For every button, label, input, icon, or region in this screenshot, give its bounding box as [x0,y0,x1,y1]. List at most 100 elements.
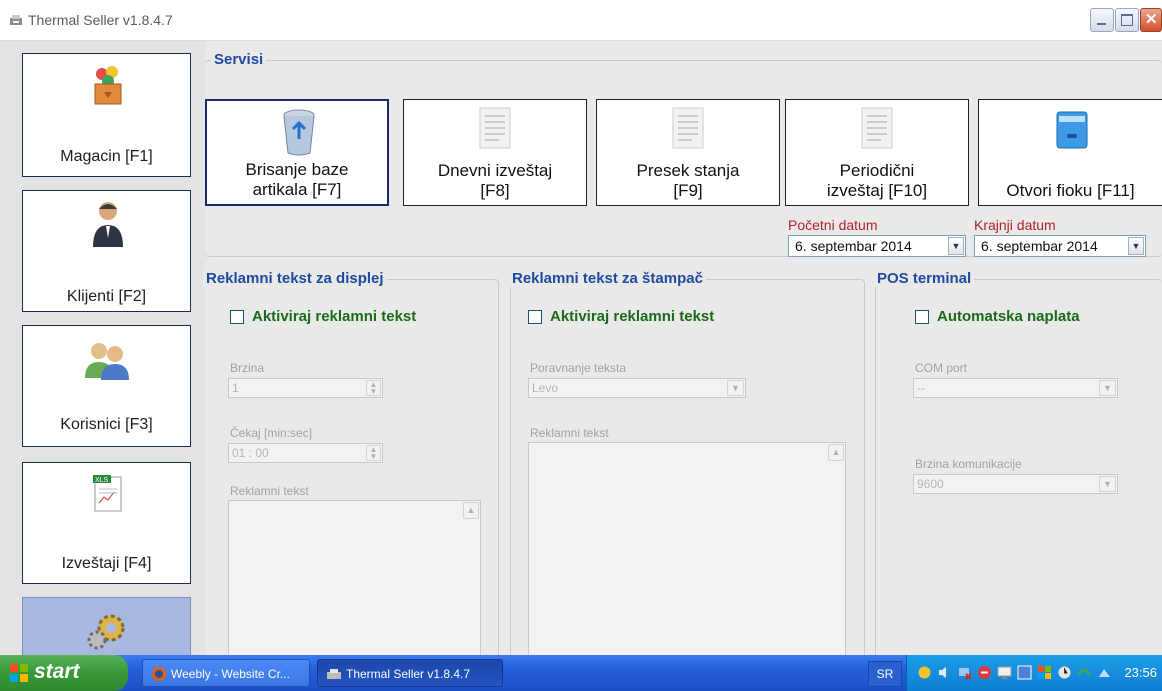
checkbox-label: Aktiviraj reklamni tekst [252,308,417,325]
checkbox-box[interactable] [230,309,244,324]
scroll-up-icon[interactable]: ▲ [828,444,844,461]
end-date-picker[interactable]: 6. septembar 2014 ▼ [974,235,1146,257]
otvori-fioku-label: Otvori fioku [F11] [1006,181,1135,200]
printer-legend: Reklamni tekst za štampač [509,270,706,287]
taskbar: start Weebly - Website Cr... Thermal Sel… [0,655,1162,691]
window-controls [1090,8,1162,32]
tray-connection-icon[interactable] [1097,665,1112,680]
sidebar: Magacin [F1] Klijenti [F2] Korisnici [F3… [0,41,205,655]
start-date-label: Početni datum [788,217,878,233]
client-person-icon [93,202,123,247]
display-activate-checkbox[interactable]: Aktiviraj reklamni tekst [230,308,416,325]
xls-report-icon: XLS [93,475,122,512]
tray-recycle-icon[interactable] [1077,665,1092,680]
taskbar-item-weebly[interactable]: Weebly - Website Cr... [142,659,310,687]
taskbar-item-label: Thermal Seller v1.8.4.7 [346,667,471,681]
speed-select[interactable]: 9600 ▼ [913,474,1118,494]
sidebar-item-klijenti[interactable]: Klijenti [F2] [22,190,191,312]
sidebar-item-magacin[interactable]: Magacin [F1] [22,53,191,177]
align-value: Levo [532,381,559,395]
scroll-up-icon[interactable]: ▲ [463,502,479,519]
start-date-picker[interactable]: 6. septembar 2014 ▼ [788,235,966,257]
brzina-input[interactable]: 1 ▲ ▼ [228,378,383,398]
warehouse-box-icon [94,66,122,105]
start-button[interactable]: start [0,655,128,691]
brzina-label: Brzina [230,361,265,375]
speaker-icon[interactable] [937,665,952,680]
cekaj-label: Čekaj [min:sec] [230,426,313,440]
checkbox-box[interactable] [915,309,929,324]
app-icon [10,15,22,25]
pos-auto-payment-checkbox[interactable]: Automatska naplata [915,308,1080,325]
dnevni-izvestaj-button[interactable]: Dnevni izveštaj [F8] [403,99,587,206]
printer-activate-checkbox[interactable]: Aktiviraj reklamni tekst [528,308,714,325]
display-legend: Reklamni tekst za displej [203,270,387,287]
sidebar-item-label: Magacin [F1] [60,148,153,165]
svg-text:XLS: XLS [95,477,109,484]
tray-clock-icon[interactable] [1057,665,1072,680]
brisanje-baze-button[interactable]: Brisanje baze artikala [F7] [205,99,389,206]
periodicni-izvestaj-button[interactable]: Periodični izveštaj [F10] [785,99,969,206]
taskbar-item-label: Weebly - Website Cr... [171,667,290,681]
printer-text-label: Reklamni tekst [530,426,609,440]
sidebar-item-label: Klijenti [F2] [66,288,147,305]
cekaj-input[interactable]: 01 : 00 ▲ ▼ [228,443,383,463]
presek-stanja-label: Presek stanja [F9] [636,161,740,200]
main-panel: Servisi Brisanje baze artikala [F7] Dnev… [203,41,1162,665]
sidebar-item-settings[interactable] [22,597,191,655]
checkbox-label: Automatska naplata [937,308,1080,325]
taskbar-item-thermal-seller[interactable]: Thermal Seller v1.8.4.7 [317,659,503,687]
chevron-down-icon[interactable]: ▼ [1099,380,1116,396]
monitor-icon[interactable] [997,665,1012,680]
align-label: Poravnanje teksta [530,361,627,375]
network-warning-icon[interactable] [957,665,972,680]
printer-text-area[interactable]: ▲ [528,442,846,655]
minimize-button[interactable] [1090,8,1114,32]
display-text-area[interactable]: ▲ [228,500,481,655]
chevron-down-icon[interactable]: ▼ [948,237,964,255]
speed-label: Brzina komunikacije [915,457,1022,471]
presek-stanja-button[interactable]: Presek stanja [F9] [596,99,780,206]
firefox-icon [152,667,166,681]
com-port-label: COM port [915,361,968,375]
brzina-value: 1 [232,381,239,395]
cekaj-value: 01 : 00 [232,446,269,460]
title-bar: Thermal Seller v1.8.4.7 [0,0,1162,41]
align-select[interactable]: Levo ▼ [528,378,746,398]
display-text-label: Reklamni tekst [230,484,309,498]
app-icon [327,669,341,679]
spin-arrows-icon[interactable]: ▲ ▼ [366,445,381,461]
tray-chart-icon[interactable] [1037,665,1052,680]
spin-arrows-icon[interactable]: ▲ ▼ [366,380,381,396]
sidebar-item-korisnici[interactable]: Korisnici [F3] [22,325,191,447]
security-shield-icon[interactable] [977,665,992,680]
start-label: start [34,660,80,683]
speed-value: 9600 [917,477,944,491]
settings-gears-icon [87,614,125,650]
sidebar-item-label: Korisnici [F3] [60,416,153,433]
drawer-icon [1056,111,1088,149]
language-indicator[interactable]: SR [868,661,902,687]
tray-app-icon[interactable] [917,665,932,680]
sidebar-item-izvestaji[interactable]: XLS Izveštaji [F4] [22,462,191,584]
windows-logo-icon [10,664,28,682]
pos-group: POS terminal [874,270,1162,665]
otvori-fioku-button[interactable]: Otvori fioku [F11] [978,99,1162,206]
users-icon [85,343,129,380]
clock: 23:56 [1124,665,1157,680]
chevron-down-icon[interactable]: ▼ [1128,237,1144,255]
end-date-label: Krajnji datum [974,217,1056,233]
brisanje-baze-label: Brisanje baze artikala [F7] [245,160,349,199]
chevron-down-icon[interactable]: ▼ [1099,476,1116,492]
end-date-value: 6. septembar 2014 [981,238,1098,254]
dnevni-izvestaj-label: Dnevni izveštaj [F8] [437,161,553,200]
close-button[interactable] [1140,8,1162,32]
maximize-button[interactable] [1115,8,1139,32]
chevron-down-icon[interactable]: ▼ [727,380,744,396]
com-port-select[interactable]: -- ▼ [913,378,1118,398]
document-icon [479,107,511,149]
checkbox-box[interactable] [528,309,542,324]
tray-tool-icon[interactable] [1017,665,1032,680]
document-icon [861,107,893,149]
document-icon [672,107,704,149]
